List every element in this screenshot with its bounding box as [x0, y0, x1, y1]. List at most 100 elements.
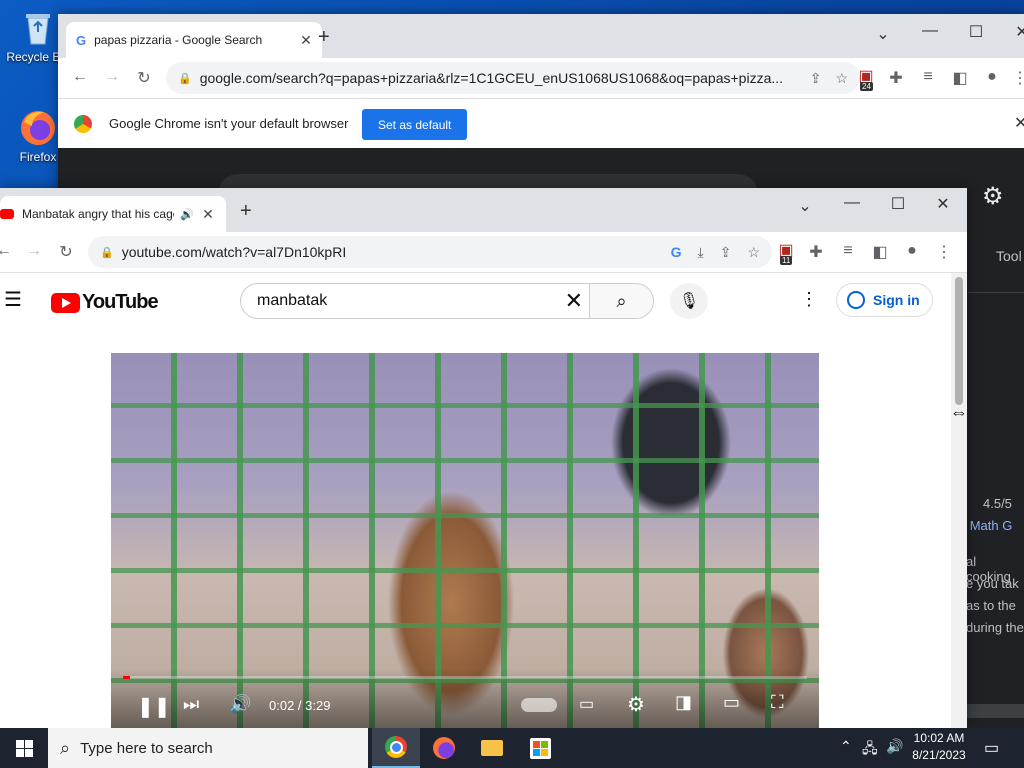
desktop-icon-label: Firefox	[19, 150, 57, 164]
extensions-puzzle-icon[interactable]: ✚	[804, 242, 828, 262]
back-icon[interactable]: ←	[68, 68, 92, 86]
volume-icon[interactable]: 🔊	[886, 738, 903, 755]
maximize-button[interactable]: ☐	[953, 22, 999, 42]
address-bar[interactable]: 🔒 youtube.com/watch?v=al7Dn10kpRI G ⤓ ⇪ …	[88, 236, 772, 268]
bookmark-star-icon[interactable]: ☆	[835, 70, 848, 87]
tab-title: Manbatak angry that his cage	[22, 207, 175, 221]
miniplayer-icon[interactable]: ◨	[675, 692, 692, 713]
menu-icon[interactable]: ⋮	[932, 242, 956, 262]
subtitles-icon[interactable]: ▭	[579, 694, 594, 714]
extension-badge: 11	[780, 256, 793, 265]
youtube-search-box[interactable]: manbatak ✕	[240, 283, 590, 319]
hamburger-menu-icon[interactable]: ☰	[4, 287, 22, 312]
extension-badge: 24	[860, 82, 873, 91]
taskbar-app-file-explorer[interactable]	[468, 728, 516, 768]
taskbar-search-box[interactable]: ⌕ Type here to search	[48, 728, 368, 768]
side-panel-icon[interactable]: ◧	[948, 68, 972, 88]
taskbar: ⌕ Type here to search ⌃ 🖧 🔊 10:02 AM 8/2…	[0, 728, 1024, 768]
maximize-button[interactable]: ☐	[875, 194, 921, 214]
new-tab-button[interactable]: +	[240, 200, 252, 223]
share-icon[interactable]: ⇪	[810, 70, 822, 87]
search-button[interactable]: ⌕	[590, 283, 654, 319]
voice-search-button[interactable]: 🎙	[670, 283, 708, 319]
search-results-divider	[968, 292, 1024, 293]
youtube-logo[interactable]: YouTube	[51, 291, 159, 314]
tab-google-search[interactable]: G papas pizzaria - Google Search ✕	[66, 22, 322, 58]
tab-strip: Manbatak angry that his cage 🔊 ✕ + ⌄ — ☐…	[0, 188, 967, 232]
forward-icon[interactable]: →	[22, 242, 46, 260]
reload-icon[interactable]: ↻	[132, 68, 156, 88]
taskbar-app-chrome[interactable]	[372, 728, 420, 768]
menu-icon[interactable]: ⋮	[1008, 68, 1024, 88]
settings-gear-icon[interactable]: ⚙	[982, 182, 1004, 211]
taskbar-app-store[interactable]	[516, 728, 564, 768]
fullscreen-icon[interactable]: ⛶	[771, 692, 784, 713]
google-lens-icon[interactable]: G	[671, 244, 682, 260]
horizontal-scrollbar[interactable]	[958, 704, 1024, 718]
search-input[interactable]: manbatak	[257, 292, 565, 310]
search-icon: ⌕	[60, 737, 71, 758]
show-hidden-icons-icon[interactable]: ⌃	[840, 738, 852, 755]
volume-icon[interactable]: 🔊	[229, 694, 251, 715]
minimize-button[interactable]: —	[829, 194, 875, 212]
sign-in-button[interactable]: Sign in	[836, 283, 933, 317]
theater-mode-icon[interactable]: ▭	[723, 692, 740, 713]
google-favicon-icon: G	[76, 32, 87, 48]
snippet-line: e you tak	[966, 576, 1019, 591]
close-window-button[interactable]: ✕	[920, 194, 966, 214]
back-icon[interactable]: ←	[0, 242, 16, 260]
tools-label[interactable]: Tool	[996, 248, 1022, 264]
address-bar[interactable]: 🔒 google.com/search?q=papas+pizzaria&rlz…	[166, 62, 860, 94]
taskbar-app-firefox[interactable]	[420, 728, 468, 768]
rating-text: 4.5/5	[983, 496, 1012, 511]
settings-gear-icon[interactable]: ⚙	[627, 692, 645, 717]
media-control-icon[interactable]: ≡	[916, 68, 940, 86]
taskbar-search-placeholder: Type here to search	[80, 739, 213, 757]
address-url: youtube.com/watch?v=al7Dn10kpRI	[121, 244, 347, 260]
install-app-icon[interactable]: ⤓	[698, 244, 704, 261]
scrollbar-thumb[interactable]	[955, 277, 963, 405]
progress-bar[interactable]	[123, 676, 807, 679]
autoplay-toggle[interactable]	[521, 698, 557, 712]
close-tab-icon[interactable]: ✕	[200, 206, 216, 223]
firefox-icon	[433, 737, 455, 759]
page-scrollbar[interactable]	[951, 273, 967, 728]
video-player[interactable]: ❚❚ ⏭ 🔊 0:02 / 3:29 ▭ ⚙ ◨ ▭ ⛶	[111, 353, 819, 728]
folder-icon	[481, 740, 503, 756]
reload-icon[interactable]: ↻	[54, 242, 78, 262]
chrome-icon	[385, 736, 407, 758]
clear-search-icon[interactable]: ✕	[565, 288, 583, 314]
clock[interactable]: 10:02 AM 8/21/2023	[906, 730, 972, 764]
media-control-icon[interactable]: ≡	[836, 242, 860, 260]
tab-search-icon[interactable]: ⌄	[860, 24, 906, 44]
notifications-icon[interactable]: ▭	[984, 738, 999, 758]
bookmark-star-icon[interactable]: ☆	[747, 244, 760, 261]
profile-avatar-icon[interactable]: ●	[900, 242, 924, 260]
close-infobar-icon[interactable]: ✕	[1014, 113, 1024, 133]
tab-title: papas pizzaria - Google Search	[94, 33, 263, 47]
audio-playing-icon[interactable]: 🔊	[180, 208, 194, 221]
close-window-button[interactable]: ✕	[999, 22, 1024, 42]
snippet-line: as to the	[966, 598, 1016, 613]
forward-icon[interactable]: →	[100, 68, 124, 86]
side-panel-icon[interactable]: ◧	[868, 242, 892, 262]
pause-icon[interactable]: ❚❚	[137, 694, 171, 719]
minimize-button[interactable]: —	[907, 22, 953, 40]
extensions-puzzle-icon[interactable]: ✚	[884, 68, 908, 88]
progress-played	[123, 676, 130, 679]
tab-strip: G papas pizzaria - Google Search ✕ + ⌄ —…	[58, 14, 1024, 58]
profile-avatar-icon[interactable]: ●	[980, 68, 1004, 86]
set-as-default-button[interactable]: Set as default	[362, 109, 468, 140]
close-tab-icon[interactable]: ✕	[298, 32, 314, 49]
tab-youtube-video[interactable]: Manbatak angry that his cage 🔊 ✕	[0, 196, 226, 232]
network-icon[interactable]: 🖧	[862, 738, 878, 762]
next-video-icon[interactable]: ⏭	[183, 694, 199, 715]
start-button[interactable]	[0, 728, 48, 768]
more-options-icon[interactable]: ⋮	[800, 289, 818, 310]
youtube-page: ☰ YouTube manbatak ✕ ⌕ 🎙 ⋮ Sign in ❚❚ ⏭ …	[0, 273, 951, 728]
new-tab-button[interactable]: +	[318, 26, 330, 49]
chrome-logo-icon	[74, 115, 92, 133]
tab-search-icon[interactable]: ⌄	[782, 196, 828, 216]
lock-icon: 🔒	[100, 246, 114, 259]
share-icon[interactable]: ⇪	[720, 244, 732, 261]
